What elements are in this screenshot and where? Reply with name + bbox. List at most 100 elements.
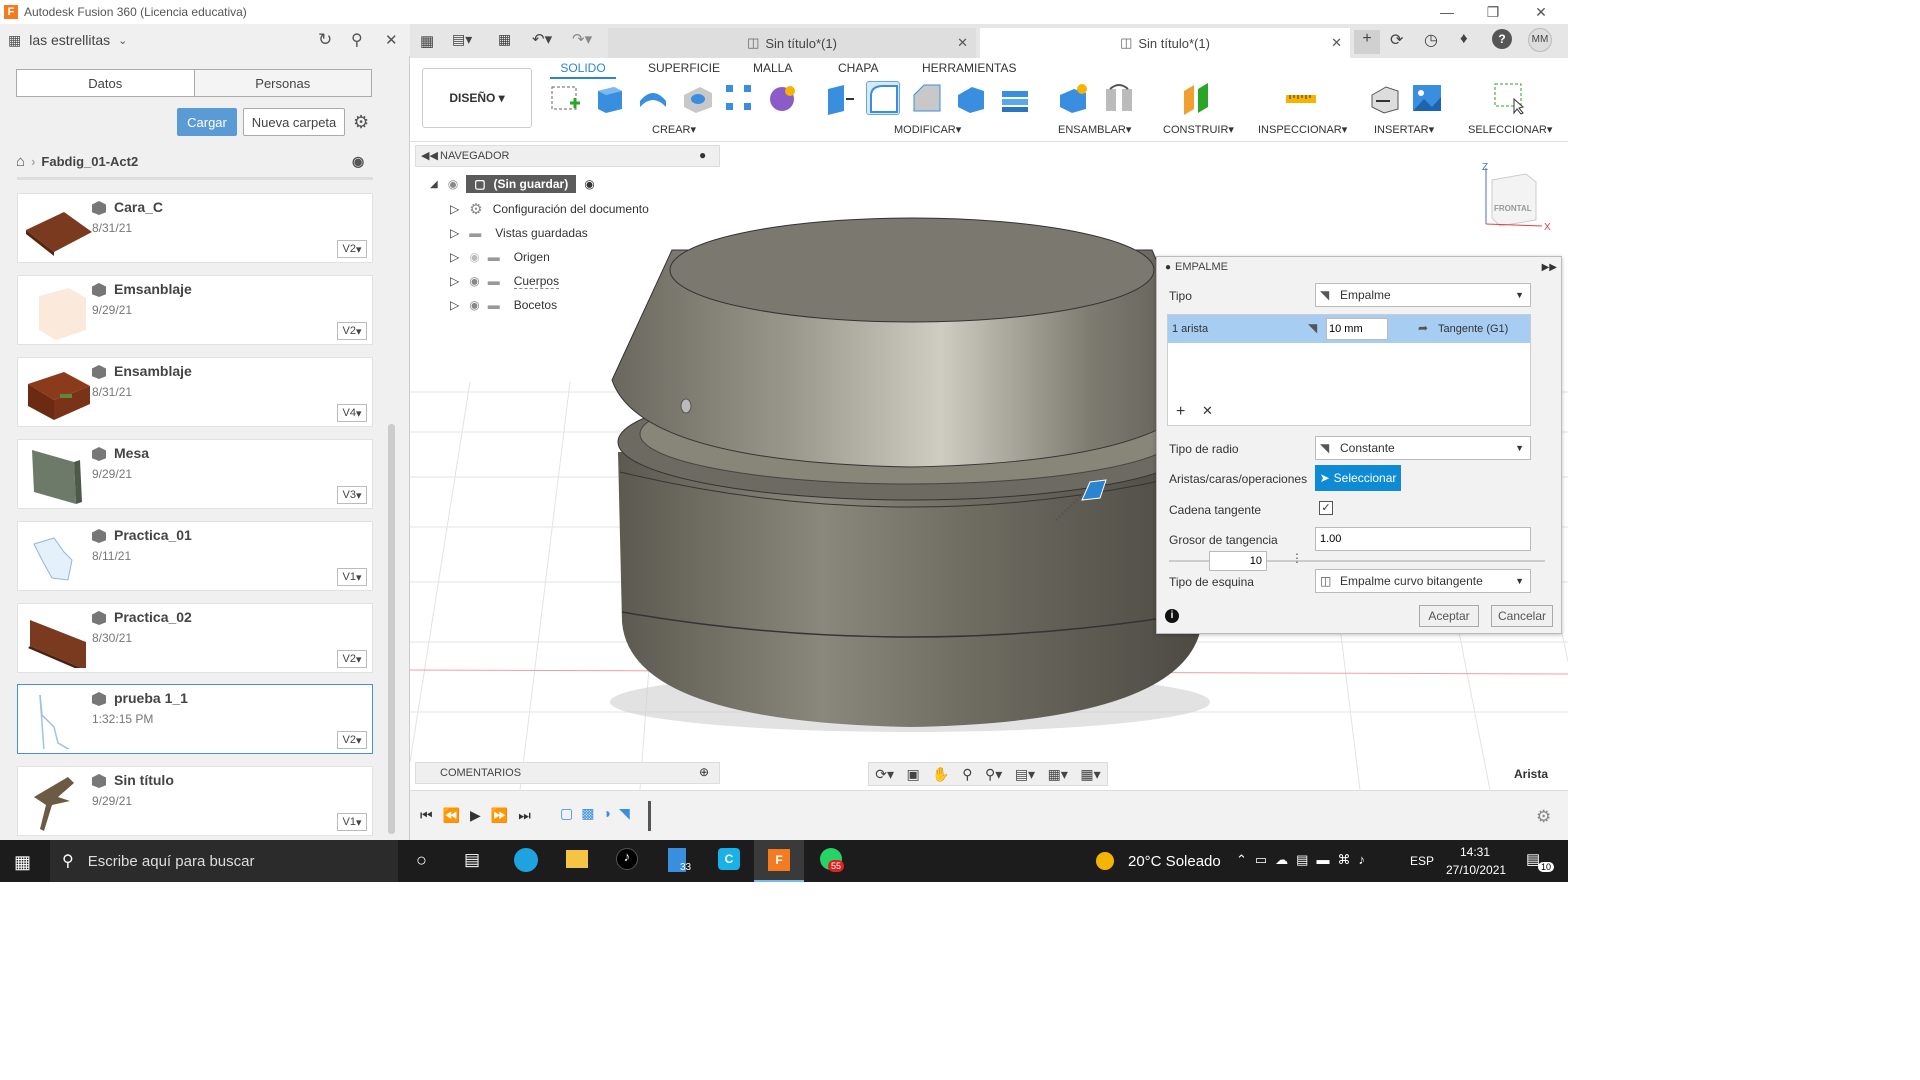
redo-icon[interactable]: ↷▾ [572,30,592,48]
remove-edge-icon[interactable]: ✕ [1202,403,1213,419]
select-edges-button[interactable]: ➤ Seleccionar [1315,465,1401,491]
viewports-icon[interactable]: ▦▾ [1080,766,1100,783]
tab-datos[interactable]: Datos [17,70,194,96]
user-avatar[interactable]: MM [1528,28,1552,52]
canva-icon[interactable]: C [718,848,740,870]
pattern-icon[interactable] [722,81,756,115]
eye-icon[interactable]: ◉ [469,274,479,288]
new-folder-button[interactable]: Nueva carpeta [243,108,345,136]
navigator-item[interactable]: ▷ ▬ Vistas guardadas [450,222,588,244]
version-badge[interactable]: V3 ▾ [337,486,367,504]
tab-herramientas[interactable]: HERRAMIENTAS [922,61,1016,75]
navigator-item[interactable]: ▷ ◉ ▬ Cuerpos [450,270,560,292]
collapse-navigator-icon[interactable]: ◀◀ [421,149,438,162]
tab-personas[interactable]: Personas [193,70,371,96]
job-status-icon[interactable]: ◷ [1424,30,1438,50]
undo-icon[interactable]: ↶▾ [532,30,552,48]
revolve-feature-icon[interactable]: ◑ [602,805,610,822]
comments-bar[interactable]: COMENTARIOS ⊕ [415,762,720,784]
tangent-chain-checkbox[interactable]: ✓ [1319,501,1333,515]
create-sketch-icon[interactable] [548,81,582,115]
group-crear[interactable]: CREAR▾ [652,123,696,136]
continuity-value[interactable]: Tangente (G1) [1438,323,1508,335]
version-badge[interactable]: V1 ▾ [337,813,367,831]
group-seleccionar[interactable]: SELECCIONAR▾ [1468,123,1552,136]
hole-icon[interactable] [680,81,714,115]
version-badge[interactable]: V4 ▾ [337,404,367,422]
close-tab-icon[interactable]: ✕ [957,35,968,51]
file-menu-icon[interactable]: ▤▾ [452,31,472,48]
new-tab-icon[interactable]: + [1354,30,1380,54]
file-card[interactable]: Practica_01 8/11/21 V1 ▾ [17,521,373,591]
navigator-item[interactable]: ▷ ◉ ▬ Bocetos [450,294,557,316]
fit-icon[interactable]: ⚲▾ [985,766,1002,783]
measure-icon[interactable] [1284,81,1318,115]
navigator-item[interactable]: ▷ ⚙ Configuración del documento [450,198,649,220]
eye-icon[interactable]: ◉ [469,298,479,312]
tree-expand-icon[interactable]: ▷ [450,274,459,288]
tab-solido[interactable]: SOLIDO [550,61,616,79]
apps-grid-icon[interactable]: ▦ [420,32,434,50]
tab-chapa[interactable]: CHAPA [838,61,878,75]
task-view-icon[interactable]: ▤ [464,850,480,870]
help-icon[interactable]: ? [1492,29,1512,49]
tree-expand-icon[interactable]: ▷ [450,226,459,240]
file-card[interactable]: Sin título 9/29/21 V1 ▾ [17,766,373,836]
group-construir[interactable]: CONSTRUIR▾ [1163,123,1234,136]
refresh-icon[interactable]: ↻ [318,30,332,50]
expand-dialog-icon[interactable]: ▶▶ [1542,262,1557,273]
display-settings-icon[interactable]: ▤▾ [1015,766,1035,783]
document-tab-active[interactable]: ◫ Sin título*(1) ✕ [980,28,1350,58]
file-card[interactable]: Ensamblaje 8/31/21 V4 ▾ [17,357,373,427]
file-card[interactable]: Emsanblaje 9/29/21 V2 ▾ [17,275,373,345]
upload-button[interactable]: Cargar [177,108,237,136]
search-icon[interactable]: ⚲ [351,30,363,50]
new-component-icon[interactable] [1056,81,1090,115]
cortana-icon[interactable]: ○ [416,850,427,871]
component-root-label[interactable]: ▢ (Sin guardar) [466,175,577,193]
workspace-selector[interactable]: DISEÑO ▾ [422,68,532,128]
look-at-icon[interactable]: ▣ [907,766,920,783]
tab-superficie[interactable]: SUPERFICIE [648,61,720,75]
version-badge[interactable]: V2 ▾ [337,650,367,668]
tangency-input[interactable] [1315,527,1531,551]
step-forward-icon[interactable]: ⏩ [491,807,508,824]
home-icon[interactable]: ⌂ [16,153,25,170]
step-back-icon[interactable]: ⏪ [443,807,460,824]
add-edge-icon[interactable]: + [1176,403,1185,421]
insert-derive-icon[interactable] [1368,81,1402,115]
slider-value-input[interactable] [1209,551,1267,571]
group-insertar[interactable]: INSERTAR▾ [1374,123,1434,136]
tree-expand-icon[interactable]: ◢ [430,179,438,190]
shell-icon[interactable] [954,81,988,115]
navigator-root[interactable]: ◢ ◉ ▢ (Sin guardar) ◉ [430,174,595,194]
fillet-icon[interactable] [866,81,900,115]
cancel-button[interactable]: Cancelar [1491,605,1553,627]
lid-top-face[interactable] [669,217,1155,323]
file-card[interactable]: Practica_02 8/30/21 V2 ▾ [17,603,373,673]
timeline-settings-icon[interactable]: ⚙ [1536,807,1551,827]
version-badge[interactable]: V2 ▾ [337,322,367,340]
gear-icon[interactable]: ⚙ [353,112,369,133]
sketch-feature-icon[interactable]: ▢ [560,805,573,822]
restore-button[interactable]: ❐ [1470,0,1516,24]
group-modificar[interactable]: MODIFICAR▾ [894,123,961,136]
tipo-select[interactable]: ◥ Empalme ▼ [1315,283,1531,307]
combine-icon[interactable] [998,81,1032,115]
ok-button[interactable]: Aceptar [1419,605,1479,627]
tree-expand-icon[interactable]: ▷ [450,250,459,264]
press-pull-icon[interactable] [822,81,856,115]
chamfer-icon[interactable] [910,81,944,115]
tree-expand-icon[interactable]: ▷ [450,202,459,216]
version-badge[interactable]: V1 ▾ [337,568,367,586]
eye-icon[interactable]: ◉ [448,177,458,191]
activate-radio-icon[interactable]: ◉ [584,177,594,191]
corner-type-select[interactable]: ◫ Empalme curvo bitangente ▼ [1315,569,1531,593]
save-icon[interactable]: ▦ [498,31,511,48]
close-panel-icon[interactable]: ✕ [385,31,398,49]
radius-type-select[interactable]: ◥ Constante ▼ [1315,436,1531,460]
view-cube[interactable]: FRONTAL Z X [1480,162,1560,234]
extrude-feature-icon[interactable]: ▩ [581,805,594,822]
taskbar-search[interactable]: ⚲ Escribe aquí para buscar [50,840,398,882]
language-indicator[interactable]: ESP [1410,854,1434,868]
